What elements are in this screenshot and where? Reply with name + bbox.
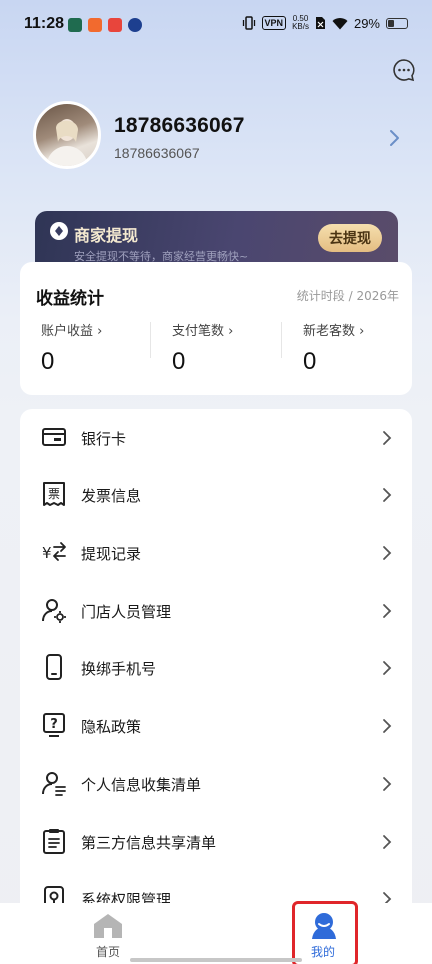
- app-notification-icon: [88, 18, 102, 32]
- stat-label-customer-count[interactable]: 新老客数 ›: [303, 320, 364, 339]
- menu-item-privacy-policy[interactable]: ? 隐私政策: [20, 697, 412, 754]
- app-notification-icon: [108, 18, 122, 32]
- svg-text:?: ?: [50, 717, 58, 732]
- home-indicator: [130, 958, 302, 962]
- wifi-icon: [332, 17, 348, 29]
- status-app-icons: [68, 18, 142, 32]
- divider: [150, 322, 151, 358]
- avatar-photo: [46, 119, 88, 166]
- chevron-right-icon: [383, 777, 392, 791]
- clipboard-list-icon: [43, 829, 65, 854]
- selection-highlight-box: [292, 901, 358, 964]
- merchant-logo-icon: [50, 222, 68, 240]
- chevron-right-icon: [383, 719, 392, 733]
- menu-item-label: 发票信息: [81, 487, 142, 505]
- status-bar: 11:28 VPN 0.50 KB/s 29%: [0, 0, 432, 52]
- message-icon[interactable]: [392, 58, 416, 82]
- chevron-right-icon: [383, 835, 392, 849]
- menu-item-bank-card[interactable]: 银行卡: [20, 409, 412, 466]
- chevron-right-icon: [383, 488, 392, 502]
- bottom-nav: [0, 903, 432, 964]
- withdraw-record-icon: ¥: [42, 542, 66, 562]
- chevron-right-icon: [383, 546, 392, 560]
- battery-percent: 29%: [353, 15, 380, 31]
- menu-item-label: 换绑手机号: [81, 660, 157, 678]
- mobile-phone-icon: [46, 654, 62, 680]
- withdraw-button[interactable]: 去提现: [318, 224, 382, 252]
- stat-label-account-income[interactable]: 账户收益 ›: [41, 320, 102, 339]
- menu-item-personal-info-list[interactable]: 个人信息收集清单: [20, 755, 412, 812]
- chevron-right-icon: [383, 661, 392, 675]
- status-time: 11:28: [24, 15, 65, 32]
- divider: [281, 322, 282, 358]
- menu-item-staff-management[interactable]: 门店人员管理: [20, 582, 412, 639]
- banner-title: 商家提现: [74, 226, 139, 245]
- stat-value-customer-count: 0: [303, 348, 317, 375]
- no-sim-icon: [315, 17, 325, 29]
- network-speed: 0.50 KB/s: [292, 14, 309, 31]
- app-notification-icon: [128, 18, 142, 32]
- vibrate-icon: [242, 16, 255, 30]
- menu-item-third-party-share-list[interactable]: 第三方信息共享清单: [20, 813, 412, 870]
- avatar[interactable]: [33, 101, 101, 169]
- menu-item-label: 隐私政策: [81, 718, 142, 736]
- home-icon[interactable]: [92, 912, 124, 940]
- status-indicators: VPN 0.50 KB/s 29%: [242, 15, 408, 31]
- menu-item-label: 银行卡: [81, 430, 127, 448]
- menu-item-change-phone[interactable]: 换绑手机号: [20, 639, 412, 696]
- chevron-right-icon: [383, 604, 392, 618]
- stat-label-payment-count[interactable]: 支付笔数 ›: [172, 320, 233, 339]
- menu-item-label: 第三方信息共享清单: [81, 834, 217, 852]
- invoice-icon: 票: [43, 482, 65, 506]
- vpn-badge: VPN: [261, 16, 287, 30]
- menu-item-label: 提现记录: [81, 545, 142, 563]
- menu-item-label: 门店人员管理: [81, 603, 172, 621]
- personal-info-icon: [42, 772, 66, 796]
- svg-text:票: 票: [48, 487, 60, 501]
- stats-period[interactable]: 统计时段 / 2026年: [297, 287, 399, 304]
- svg-text:¥: ¥: [42, 544, 52, 562]
- chevron-right-icon[interactable]: [388, 128, 402, 148]
- profile-account: 18786636067: [114, 145, 200, 161]
- privacy-policy-icon: ?: [43, 713, 65, 737]
- stat-value-payment-count: 0: [172, 348, 186, 375]
- battery-icon: [386, 17, 408, 29]
- menu-item-withdraw-record[interactable]: ¥ 提现记录: [20, 524, 412, 581]
- staff-settings-icon: [42, 599, 66, 623]
- menu-item-label: 个人信息收集清单: [81, 776, 202, 794]
- bank-card-icon: [42, 428, 66, 446]
- menu-item-invoice[interactable]: 票 发票信息: [20, 466, 412, 523]
- chevron-right-icon: [383, 431, 392, 445]
- stats-title: 收益统计: [36, 289, 104, 309]
- app-notification-icon: [68, 18, 82, 32]
- nav-tab-home[interactable]: 首页: [96, 943, 120, 960]
- stat-value-account-income: 0: [41, 348, 55, 375]
- profile-phone: 18786636067: [114, 114, 245, 137]
